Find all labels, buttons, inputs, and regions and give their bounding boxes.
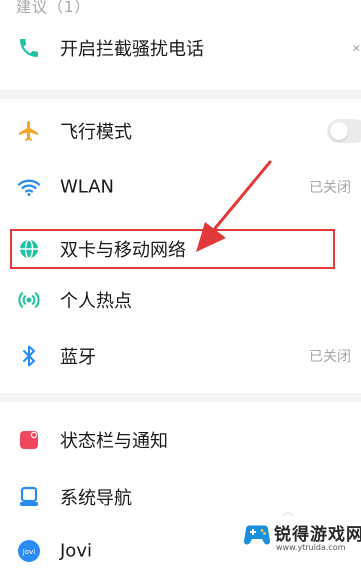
airplane-mode-label: 飞行模式 — [60, 122, 132, 143]
airplane-icon — [13, 115, 45, 147]
settings-item-personal-hotspot[interactable]: 个人热点 — [0, 280, 361, 320]
faint-chevron-icon: ︿ — [282, 504, 295, 518]
notification-icon — [13, 424, 45, 456]
settings-item-airplane-mode[interactable]: 飞行模式 — [0, 111, 361, 151]
hotspot-label: 个人热点 — [60, 291, 132, 312]
airplane-mode-toggle[interactable] — [327, 119, 361, 143]
section-divider — [0, 90, 361, 99]
annotation-highlight-box — [10, 229, 335, 269]
settings-item-bluetooth[interactable]: 蓝牙 已关闭 — [0, 336, 361, 376]
section-divider — [0, 393, 361, 402]
wlan-status: 已关闭 — [309, 180, 351, 196]
wifi-icon — [13, 171, 45, 203]
suggestion-label: 开启拦截骚扰电话 — [60, 39, 204, 60]
site-watermark: 锐得游戏网 www.ytruida.com — [238, 519, 361, 558]
status-bar-label: 状态栏与通知 — [60, 431, 168, 452]
navigation-icon — [13, 481, 45, 513]
jovi-badge-text: Jovi — [22, 548, 35, 556]
bluetooth-label: 蓝牙 — [60, 347, 96, 368]
gamepad-logo-icon — [243, 525, 271, 545]
bluetooth-status: 已关闭 — [309, 349, 351, 365]
jovi-label: Jovi — [60, 540, 92, 562]
settings-item-system-navigation[interactable]: 系统导航 — [0, 477, 361, 517]
annotation-arrow-icon — [196, 160, 272, 252]
toggle-knob — [330, 122, 348, 140]
watermark-name: 锐得游戏网 — [274, 525, 361, 545]
wlan-label: WLAN — [60, 176, 115, 198]
settings-item-status-bar-notifications[interactable]: 状态栏与通知 — [0, 420, 361, 460]
jovi-icon: Jovi — [13, 535, 45, 567]
watermark-url: www.ytruida.com — [276, 543, 346, 552]
system-navigation-label: 系统导航 — [60, 488, 132, 509]
hotspot-icon — [13, 284, 45, 316]
suggestion-block-harassment-calls[interactable]: 开启拦截骚扰电话 × — [0, 28, 361, 68]
suggestions-header: 建议（1） — [16, 0, 91, 16]
bluetooth-icon — [13, 340, 45, 372]
dismiss-suggestion-button[interactable]: × — [352, 42, 361, 55]
phone-icon — [13, 32, 45, 64]
settings-item-wlan[interactable]: WLAN 已关闭 — [0, 167, 361, 207]
